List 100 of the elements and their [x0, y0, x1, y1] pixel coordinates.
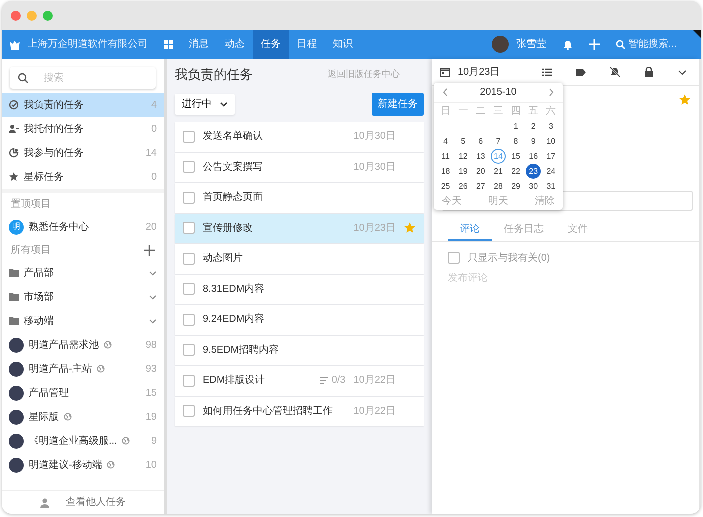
task-row[interactable]: 9.5EDM招聘内容 [175, 336, 424, 365]
tag-icon[interactable] [576, 68, 586, 76]
checkbox[interactable] [183, 283, 195, 296]
calendar-day[interactable]: 10 [544, 134, 559, 149]
plus-icon[interactable] [144, 244, 155, 256]
checkbox[interactable] [183, 192, 195, 204]
calendar-day[interactable]: 7 [490, 134, 506, 149]
project-avatar [9, 458, 24, 472]
calendar-day[interactable]: 17 [544, 149, 559, 164]
star-icon[interactable] [404, 222, 416, 234]
calendar-day[interactable]: 27 [473, 179, 488, 194]
maximize-button[interactable] [43, 10, 53, 20]
folder-name[interactable]: 移动端 [24, 314, 54, 328]
month-title: 2015-10 [480, 86, 517, 100]
lock-icon[interactable] [644, 67, 654, 77]
sidebar-item[interactable]: 我托付的任务 0 [2, 117, 164, 141]
calendar-day[interactable]: 11 [438, 149, 454, 164]
due-date: 10月23日 [354, 222, 396, 236]
checkbox[interactable] [183, 344, 195, 356]
checkbox[interactable] [183, 161, 195, 174]
project-item[interactable]: 明道产品-主站 93 [2, 357, 164, 381]
calendar-day[interactable]: 16 [526, 149, 542, 164]
calendar-day[interactable]: 12 [456, 149, 471, 164]
calendar-day[interactable]: 22 [508, 164, 524, 179]
project-item[interactable]: 产品管理 15 [2, 381, 164, 405]
list-icon[interactable] [542, 68, 552, 76]
calendar-day[interactable]: 5 [456, 134, 471, 149]
avatar [492, 36, 509, 53]
calendar-day[interactable]: 15 [508, 149, 524, 164]
checkbox[interactable] [183, 130, 195, 143]
section-heading: 所有项目 [11, 244, 51, 258]
checkbox[interactable] [183, 314, 195, 326]
task-row[interactable]: 首页静态页面 [175, 183, 424, 212]
new-task-button[interactable]: 新建任务 [372, 93, 424, 116]
due-date-field[interactable]: 10月23日 [440, 64, 500, 80]
checkbox[interactable] [183, 405, 195, 418]
project-avatar [9, 434, 24, 448]
task-row[interactable]: 宣传册修改 10月23日 [175, 214, 424, 243]
checkbox[interactable] [183, 252, 195, 265]
nav-tab[interactable]: 任务 [253, 30, 289, 59]
calendar-day[interactable]: 25 [438, 179, 454, 194]
calendar-day[interactable]: 9 [526, 134, 542, 149]
chevron-right-icon[interactable] [548, 88, 555, 97]
checkbox[interactable] [183, 374, 195, 387]
star-icon[interactable] [679, 94, 691, 106]
chevron-down-icon[interactable] [678, 68, 687, 76]
weekday-label: 四 [511, 105, 522, 119]
calendar-day[interactable]: 29 [508, 179, 524, 194]
search-icon [18, 73, 28, 83]
calendar-day[interactable]: 26 [456, 179, 471, 194]
calendar-day[interactable]: 24 [544, 164, 559, 179]
task-row[interactable]: 发送名单确认 10月30日 [175, 122, 424, 152]
bell-off-icon[interactable] [610, 67, 620, 77]
task-row[interactable]: 9.24EDM内容 [175, 305, 424, 334]
calendar-day[interactable]: 1 [508, 119, 524, 134]
minimize-button[interactable] [27, 10, 37, 20]
task-row[interactable]: 动态图片 [175, 244, 424, 274]
sidebar-item[interactable]: 我参与的任务 14 [2, 141, 164, 165]
calendar-day[interactable]: 18 [438, 164, 454, 179]
calendar-day[interactable]: 3 [544, 119, 559, 134]
sidebar-item[interactable]: 星标任务 0 [2, 165, 164, 189]
calendar-day[interactable]: 21 [490, 164, 506, 179]
checkbox[interactable] [183, 222, 195, 234]
sidebar-item[interactable]: 我负责的任务 4 [2, 93, 164, 117]
pie-chart-icon [9, 148, 19, 158]
calendar-day[interactable]: 8 [508, 134, 524, 149]
task-row[interactable]: EDM排版设计 0/3 10月22日 [175, 366, 424, 396]
filter-dropdown[interactable]: 进行中 [175, 94, 235, 115]
calendar-day[interactable]: 20 [473, 164, 488, 179]
calendar-day[interactable]: 6 [473, 134, 488, 149]
footer-link[interactable]: 查看他人任务 [2, 490, 164, 514]
project-item[interactable]: 星际版 19 [2, 405, 164, 429]
checkbox[interactable] [448, 252, 460, 264]
search-icon [616, 40, 625, 49]
project-avatar [9, 362, 24, 376]
calendar-day[interactable]: 4 [438, 134, 454, 149]
calendar-icon [440, 67, 450, 77]
calendar-day[interactable]: 28 [490, 179, 506, 194]
subtask-count: 0/3 [320, 373, 346, 388]
calendar-day[interactable]: 19 [456, 164, 471, 179]
task-row[interactable]: 如何用任务中心管理招聘工作 10月22日 [175, 396, 424, 426]
folder-name[interactable]: 市场部 [24, 290, 54, 304]
grid-icon[interactable] [164, 40, 173, 49]
chevron-left-icon[interactable] [442, 88, 448, 97]
task-row[interactable]: 8.31EDM内容 [175, 274, 424, 304]
project-item[interactable]: 明道建议-移动端 10 [2, 453, 164, 477]
project-item[interactable]: 《明道企业高级服... 9 [2, 429, 164, 453]
close-button[interactable] [11, 10, 21, 20]
calendar-day[interactable]: 31 [544, 179, 559, 194]
project-item[interactable]: 明 熟悉任务中心 20 [2, 215, 164, 239]
calendar-day[interactable]: 13 [473, 149, 488, 164]
calendar-day[interactable]: 2 [526, 119, 542, 134]
calendar-day[interactable]: 30 [526, 179, 542, 194]
globe-icon [64, 413, 72, 421]
bell-icon[interactable] [562, 40, 573, 50]
calendar-day[interactable]: 23 [526, 164, 542, 179]
project-item[interactable]: 明道产品需求池 98 [2, 333, 164, 357]
task-row[interactable]: 公告文案撰写 10月30日 [175, 152, 424, 182]
globe-icon [104, 341, 112, 349]
folder-name[interactable]: 产品部 [24, 266, 54, 280]
